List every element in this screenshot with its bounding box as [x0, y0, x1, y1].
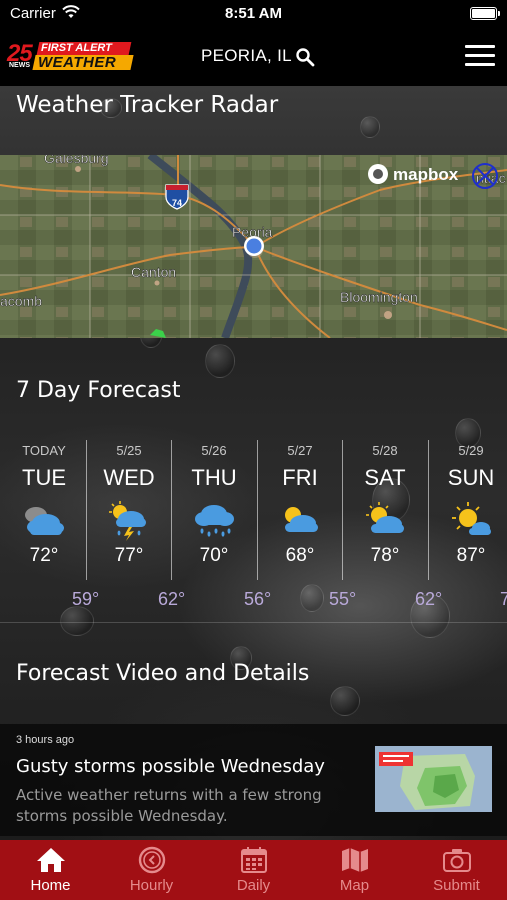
rain-cloud-icon: [195, 505, 234, 537]
calendar-icon: [240, 847, 267, 873]
forecast-low-temp: 62°: [158, 589, 186, 609]
tab-submit[interactable]: Submit: [406, 840, 507, 900]
tab-label: Home: [30, 877, 71, 894]
forecast-day[interactable]: 5/29 SUN 87°: [428, 440, 507, 580]
forecast-day[interactable]: 5/26 THU 70°: [171, 440, 257, 580]
forecast-day-of-week: SUN: [447, 465, 495, 490]
forecast-high-temp: 87°: [456, 545, 486, 566]
tab-daily[interactable]: Daily: [203, 840, 304, 900]
article-card[interactable]: 3 hours ago Gusty storms possible Wednes…: [0, 724, 507, 836]
clock-time: 8:51 AM: [225, 5, 282, 22]
tab-label: Map: [339, 877, 370, 894]
app-header: 25 NEWS FIRST ALERT WEATHER PEORIA, IL: [0, 28, 507, 86]
forecast-low-temp: 62°: [415, 589, 443, 609]
raindrop: [360, 116, 380, 138]
forecast-strip[interactable]: TODAY TUE 72° 5/25 WED 77° 5/26 THU 70° …: [0, 440, 507, 615]
location-marker: [246, 238, 262, 254]
raindrop: [330, 686, 360, 716]
map-label-canton: Canton: [131, 264, 176, 280]
radar-map-image: 74 Galesburg Peoria Canton acomb Bloomin…: [0, 155, 507, 338]
article-time-ago: 3 hours ago: [16, 734, 75, 746]
forecast-low-temp: 7: [500, 589, 507, 609]
forecast-high-temp: 77°: [114, 545, 144, 566]
forecast-map-thumbnail: [375, 746, 492, 812]
search-icon[interactable]: [295, 47, 315, 67]
forecast-date: TODAY: [22, 443, 66, 458]
tab-label: Hourly: [129, 877, 174, 894]
forecast-low-temp: 56°: [244, 589, 272, 609]
tab-hourly[interactable]: Hourly: [101, 840, 202, 900]
forecast-day-of-week: TUE: [22, 465, 66, 490]
forecast-day-of-week: FRI: [282, 465, 318, 490]
tab-label: Daily: [236, 877, 271, 894]
highway-number: 74: [172, 198, 182, 208]
article-headline: Gusty storms possible Wednesday: [16, 756, 325, 777]
radar-section-title: Weather Tracker Radar: [16, 92, 279, 118]
forecast-day[interactable]: 5/28 SAT 78°: [342, 440, 428, 580]
forecast-date: 5/26: [201, 443, 227, 458]
station-logo[interactable]: 25 NEWS FIRST ALERT WEATHER: [7, 40, 134, 72]
partly-sunny-icon: [366, 502, 404, 533]
raindrop: [205, 344, 235, 378]
logo-news-text: NEWS: [9, 62, 30, 69]
forecast-section-title: 7 Day Forecast: [16, 378, 181, 403]
forecast-date: 5/27: [287, 443, 313, 458]
forecast-date: 5/25: [116, 443, 142, 458]
article-thumbnail[interactable]: [375, 746, 492, 812]
map-label-bloomington: Bloomington: [340, 289, 418, 305]
forecast-high-temp: 72°: [29, 545, 59, 566]
map-label-galesburg: Galesburg: [44, 155, 109, 166]
clock-icon: [138, 846, 165, 874]
video-section-title: Forecast Video and Details: [16, 661, 310, 686]
map-label-macomb: acomb: [0, 293, 42, 309]
forecast-day-of-week: THU: [191, 465, 237, 490]
mapbox-logo: [368, 164, 388, 184]
map-icon: [341, 848, 368, 872]
partly-cloudy-dark-icon: [25, 507, 64, 535]
forecast-high-temp: 78°: [370, 545, 400, 566]
forecast-day[interactable]: 5/25 WED 77°: [86, 440, 172, 580]
forecast-high-temp: 70°: [199, 545, 229, 566]
partly-sunny-icon: [285, 507, 318, 532]
tab-home[interactable]: Home: [0, 840, 101, 900]
battery-icon: [470, 7, 500, 20]
forecast-high-temp: 68°: [285, 545, 315, 566]
logo-line2: WEATHER: [38, 54, 117, 71]
tab-label: Submit: [433, 877, 480, 894]
home-icon: [36, 848, 65, 872]
bottom-tab-bar: Home Hourly Daily Map Submit: [0, 840, 507, 900]
forecast-day[interactable]: TODAY TUE 72°: [1, 440, 87, 580]
forecast-date: 5/28: [372, 443, 398, 458]
forecast-day[interactable]: 5/27 FRI 68°: [257, 440, 343, 580]
logo-line1: FIRST ALERT: [41, 42, 112, 54]
forecast-low-temp: 55°: [329, 589, 357, 609]
section-divider: [0, 622, 507, 623]
location-label[interactable]: PEORIA, IL: [201, 46, 292, 66]
tab-map[interactable]: Map: [304, 840, 405, 900]
article-summary: Active weather returns with a few strong…: [16, 786, 322, 825]
mapbox-wordmark: mapbox: [393, 165, 459, 184]
hamburger-menu-icon[interactable]: [465, 45, 495, 67]
camera-icon: [442, 849, 471, 872]
forecast-low-temp: 59°: [72, 589, 100, 609]
forecast-day-of-week: SAT: [364, 465, 406, 490]
thunderstorm-sun-icon: [109, 501, 146, 541]
radar-map[interactable]: 74 Galesburg Peoria Canton acomb Bloomin…: [0, 155, 507, 338]
forecast-date: 5/29: [458, 443, 484, 458]
forecast-day-of-week: WED: [103, 465, 155, 490]
status-bar: Carrier 8:51 AM: [0, 0, 507, 28]
mostly-sunny-icon: [452, 502, 491, 535]
